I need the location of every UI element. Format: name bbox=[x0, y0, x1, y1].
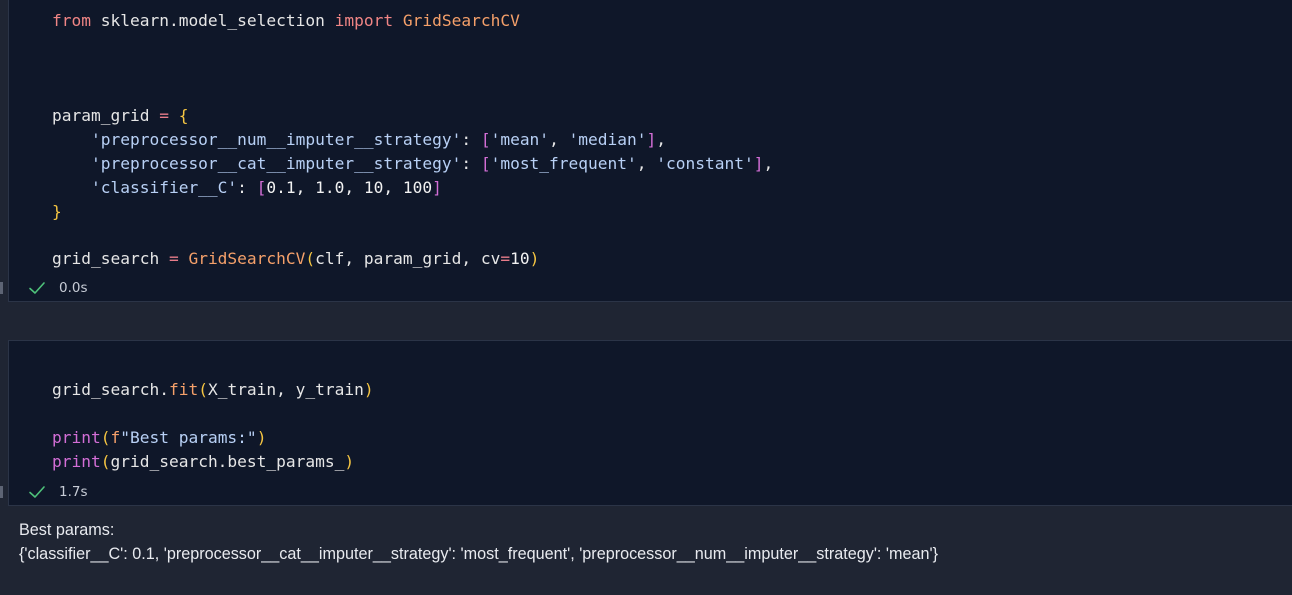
import-name: GridSearchCV bbox=[393, 11, 520, 30]
dict-key: 'classifier__C' bbox=[90, 178, 238, 197]
bracket-open: [ bbox=[480, 130, 491, 149]
keyword-argument: cv bbox=[480, 249, 501, 268]
comma: , bbox=[549, 130, 569, 149]
code-line-print-1: print(f"Best params:") bbox=[52, 426, 266, 450]
paren-close: ) bbox=[256, 428, 267, 447]
paren-close: ) bbox=[529, 249, 540, 268]
cell-output[interactable]: Best params: {'classifier__C': 0.1, 'pre… bbox=[0, 506, 1292, 595]
code-line-grid-search: grid_search = GridSearchCV(clf, param_gr… bbox=[52, 247, 539, 271]
bracket-open: [ bbox=[256, 178, 267, 197]
paren-close: ) bbox=[344, 452, 355, 471]
paren-close: ) bbox=[363, 380, 374, 399]
string-value: "Best params:" bbox=[120, 428, 257, 447]
code-line-param-grid-close: } bbox=[52, 200, 62, 224]
output-line-1: Best params: bbox=[19, 521, 115, 539]
paren-open: ( bbox=[198, 380, 208, 399]
brace-open: { bbox=[178, 106, 189, 125]
function-print: print bbox=[52, 428, 101, 447]
operator-assign: = bbox=[500, 249, 511, 268]
comma: , bbox=[763, 154, 774, 173]
code-line-import: from sklearn.model_selection import Grid… bbox=[52, 9, 520, 33]
arguments: X_train, y_train bbox=[207, 380, 364, 399]
execution-time: 1.7s bbox=[59, 484, 88, 500]
dict-key: 'preprocessor__num__imputer__strategy' bbox=[90, 130, 462, 149]
keyword-import: import bbox=[334, 11, 394, 30]
fstring-prefix: f bbox=[110, 428, 121, 447]
check-icon bbox=[27, 278, 47, 298]
function-name: fit bbox=[168, 380, 199, 399]
module-name: sklearn.model_selection bbox=[90, 11, 335, 30]
variable-grid-search: grid_search bbox=[52, 249, 169, 268]
code-cell-1[interactable]: from sklearn.model_selection import Grid… bbox=[0, 0, 1292, 302]
code-cell-2[interactable]: grid_search.fit(X_train, y_train) print(… bbox=[0, 340, 1292, 506]
bracket-close: ] bbox=[646, 130, 657, 149]
function-print: print bbox=[52, 452, 101, 471]
string-value: 'mean' bbox=[490, 130, 550, 149]
brace-close: } bbox=[52, 202, 62, 221]
code-line-param-grid-open: param_grid = { bbox=[52, 104, 188, 128]
code-line-classifier-c: 'classifier__C': [0.1, 1.0, 10, 100] bbox=[52, 176, 442, 200]
function-name: GridSearchCV bbox=[178, 249, 306, 268]
check-icon bbox=[27, 482, 47, 502]
cell-gutter-marker bbox=[0, 486, 3, 498]
execution-status: 0.0s bbox=[27, 278, 88, 298]
output-line-2: {'classifier__C': 0.1, 'preprocessor__ca… bbox=[19, 545, 938, 563]
numeric-values: 0.1, 1.0, 10, 100 bbox=[266, 178, 433, 197]
execution-time: 0.0s bbox=[59, 280, 88, 296]
object-name: grid_search. bbox=[52, 380, 169, 399]
code-line-fit: grid_search.fit(X_train, y_train) bbox=[52, 378, 374, 402]
colon: : bbox=[461, 154, 481, 173]
code-line-print-2: print(grid_search.best_params_) bbox=[52, 450, 354, 474]
colon: : bbox=[237, 178, 257, 197]
execution-status: 1.7s bbox=[27, 482, 88, 502]
operator-assign: = bbox=[168, 249, 179, 268]
arguments: grid_search.best_params_ bbox=[110, 452, 345, 471]
dict-key: 'preprocessor__cat__imputer__strategy' bbox=[90, 154, 462, 173]
paren-open: ( bbox=[305, 249, 316, 268]
colon: : bbox=[461, 130, 481, 149]
cell-gutter-marker bbox=[0, 282, 3, 294]
arguments: clf, param_grid, bbox=[315, 249, 481, 268]
keyword-from: from bbox=[52, 11, 91, 30]
comma: , bbox=[656, 130, 667, 149]
string-value: 'most_frequent' bbox=[490, 154, 637, 173]
string-value: 'median' bbox=[568, 130, 647, 149]
bracket-close: ] bbox=[432, 178, 442, 197]
bracket-open: [ bbox=[480, 154, 491, 173]
variable-param-grid: param_grid bbox=[52, 106, 160, 125]
operator-assign: = bbox=[159, 106, 169, 125]
code-line-num-strategy: 'preprocessor__num__imputer__strategy': … bbox=[52, 128, 666, 152]
numeric-value: 10 bbox=[510, 249, 530, 268]
comma: , bbox=[636, 154, 657, 173]
code-line-cat-strategy: 'preprocessor__cat__imputer__strategy': … bbox=[52, 152, 773, 176]
string-value: 'constant' bbox=[656, 154, 754, 173]
